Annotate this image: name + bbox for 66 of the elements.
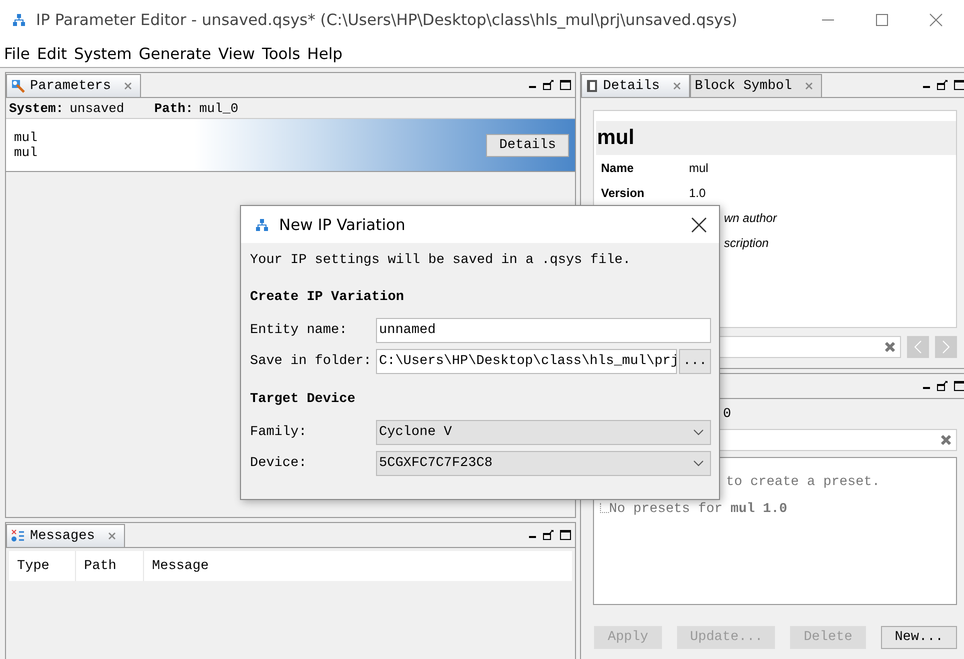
column-header[interactable]: Type — [9, 551, 76, 581]
section-heading: Target Device — [250, 391, 356, 407]
hint-text: to create a preset. — [726, 475, 880, 490]
panel-tab[interactable]: Messages — [6, 524, 125, 547]
preset-button[interactable]: New... — [881, 626, 957, 649]
maximize-icon[interactable] — [954, 80, 964, 90]
field-label: Version — [601, 186, 646, 200]
chevron-right-icon — [942, 340, 950, 354]
restore-icon[interactable] — [543, 80, 554, 90]
menu-item[interactable]: View — [218, 44, 255, 62]
menu-item[interactable]: Help — [307, 44, 343, 62]
close-icon[interactable] — [691, 216, 707, 232]
app-icon — [12, 13, 26, 27]
clear-icon[interactable] — [940, 434, 952, 446]
maximize-icon[interactable] — [560, 80, 571, 90]
input-field[interactable]: C:\Users\HP\Desktop\class\hls_mul\prj — [376, 349, 677, 374]
field-label: Name — [601, 160, 635, 174]
component-name: mul — [14, 130, 38, 145]
section-heading: Create IP Variation — [250, 289, 405, 305]
window-title: IP Parameter Editor - unsaved.qsys* (C:\Users\HP\Desktop\class\hls_mul\prj\unsaved.qsys) — [36, 11, 738, 29]
maximize-icon[interactable] — [560, 530, 571, 540]
panel-tab[interactable]: Details — [581, 74, 690, 97]
system-label: System: — [9, 100, 64, 116]
info-text: scription — [724, 234, 769, 252]
maximize-icon[interactable] — [954, 381, 964, 391]
menu-item[interactable]: Edit — [36, 44, 67, 62]
field-value: 1.0 — [689, 186, 706, 200]
info-text: wn author — [724, 210, 777, 226]
chevron-down-icon — [693, 460, 704, 467]
tree-item[interactable]: No presets for mul 1.0 — [609, 502, 788, 517]
restore-icon[interactable] — [937, 80, 948, 90]
restore-icon[interactable] — [937, 381, 948, 391]
path-label: Path: — [154, 100, 194, 116]
clear-icon[interactable] — [884, 341, 896, 353]
panel-tab[interactable]: Parameters — [6, 74, 142, 97]
component-name: mul — [14, 145, 38, 160]
field-label: Device: — [250, 456, 308, 471]
details-button[interactable]: Details — [486, 134, 569, 156]
restore-icon[interactable] — [543, 530, 554, 540]
app-icon — [255, 218, 269, 232]
dropdown[interactable]: Cyclone V — [376, 420, 711, 445]
document-icon — [586, 79, 598, 93]
dialog-title: New IP Variation — [279, 216, 406, 234]
tree-connector — [600, 503, 609, 513]
path-value: mul_0 — [199, 100, 238, 116]
presets-title: 0 — [723, 406, 732, 422]
field-value: mul — [689, 160, 708, 174]
dropdown[interactable]: 5CGXFC7C7F23C8 — [376, 451, 711, 476]
column-header[interactable]: Message — [144, 551, 572, 581]
menu-item[interactable]: System — [74, 44, 132, 62]
field-label: Entity name: — [250, 323, 348, 338]
input-field[interactable]: unnamed — [376, 318, 711, 343]
intro-text: Your IP settings will be saved in a .qsys file. — [250, 253, 632, 270]
system-value: unsaved — [70, 100, 124, 116]
menu-item[interactable]: Generate — [138, 44, 212, 62]
chevron-left-icon — [914, 340, 922, 354]
field-label: Family: — [250, 425, 308, 440]
chevron-down-icon — [693, 429, 704, 436]
panel-tab[interactable]: Block Symbol — [690, 74, 822, 97]
menu-item[interactable]: File — [4, 44, 30, 62]
messages-icon — [11, 529, 25, 543]
menu-item[interactable]: Tools — [262, 44, 300, 62]
browse-button[interactable]: ... — [679, 349, 711, 374]
component-title: mul — [596, 121, 956, 155]
field-label: Save in folder: — [250, 354, 373, 369]
column-header[interactable]: Path — [76, 551, 144, 581]
